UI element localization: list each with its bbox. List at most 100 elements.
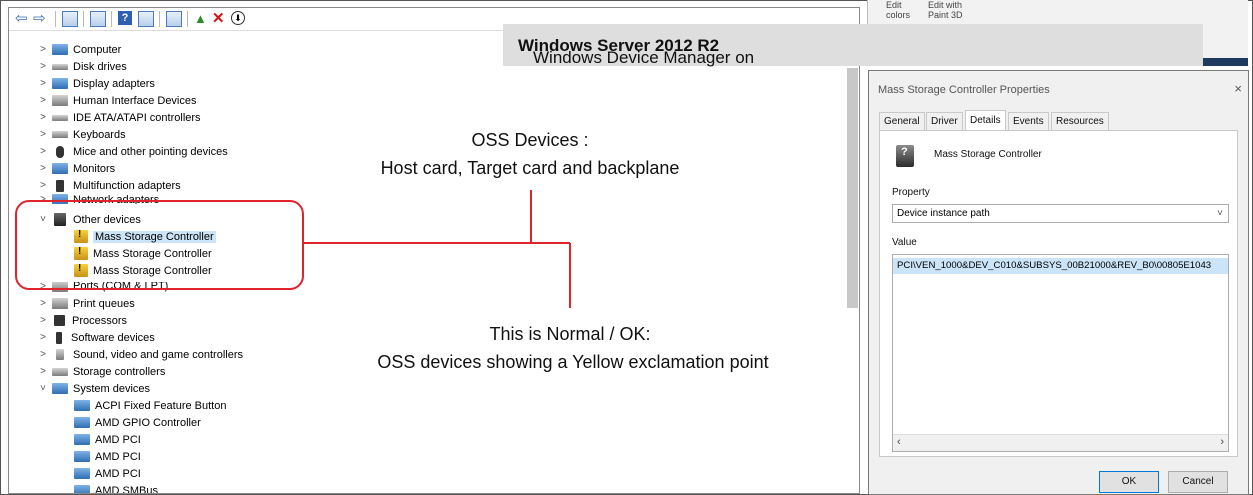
system-devices-icon (52, 383, 68, 394)
tree-item-computer[interactable]: > Computer (37, 41, 121, 58)
oss-devices-heading: OSS Devices : (471, 130, 589, 150)
tree-item-multifunction[interactable]: > Multifunction adapters (37, 177, 181, 194)
tree-item-amd-pci-3[interactable]: AMD PCI (71, 465, 141, 482)
tree-item-label: Display adapters (73, 77, 155, 90)
tab-details[interactable]: Details (965, 110, 1006, 130)
chevron-right-icon[interactable]: > (37, 95, 49, 106)
tree-item-label: AMD PCI (95, 467, 141, 480)
vertical-scrollbar[interactable] (847, 68, 858, 308)
hid-icon (52, 95, 68, 106)
back-arrow-icon[interactable]: ⇦ (15, 11, 28, 27)
display-adapter-icon (52, 78, 68, 89)
chevron-right-icon[interactable]: > (37, 332, 49, 343)
tree-item-label: AMD SMBus (95, 484, 158, 494)
properties-icon[interactable] (62, 11, 78, 27)
monitor-icon (52, 163, 68, 174)
property-label: Property (892, 187, 930, 198)
scroll-left-icon[interactable]: ‹ (897, 436, 901, 448)
chevron-down-icon[interactable]: ˅ (37, 383, 49, 394)
tree-item-mice[interactable]: > Mice and other pointing devices (37, 143, 228, 160)
tree-item-monitors[interactable]: > Monitors (37, 160, 115, 177)
value-label: Value (892, 237, 917, 248)
chevron-right-icon[interactable]: > (37, 315, 49, 326)
chevron-right-icon[interactable]: > (37, 129, 49, 140)
tree-item-label: Print queues (73, 297, 135, 310)
tree-item-disk-drives[interactable]: > Disk drives (37, 58, 127, 75)
chevron-right-icon[interactable]: > (37, 78, 49, 89)
properties-dialog: Mass Storage Controller Properties × Gen… (868, 70, 1249, 495)
chevron-right-icon[interactable]: > (37, 112, 49, 123)
chevron-down-icon: ˅ (1217, 208, 1223, 219)
tree-item-system-devices[interactable]: ˅ System devices (37, 380, 150, 397)
property-select[interactable]: Device instance path ˅ (892, 204, 1229, 223)
help-icon[interactable]: ? (118, 11, 132, 25)
disk-drive-icon (52, 63, 68, 70)
chevron-right-icon[interactable]: > (37, 61, 49, 72)
chevron-right-icon[interactable]: > (37, 44, 49, 55)
tab-events[interactable]: Events (1008, 112, 1049, 130)
tree-item-amd-pci-2[interactable]: AMD PCI (71, 448, 141, 465)
tree-item-label: Keyboards (73, 128, 126, 141)
system-device-icon (74, 434, 90, 445)
update-driver-icon[interactable]: ⬇ (231, 11, 245, 25)
tree-item-acpi[interactable]: ACPI Fixed Feature Button (71, 397, 226, 414)
scroll-right-icon[interactable]: › (1220, 436, 1224, 448)
enable-device-icon[interactable]: ▲ (194, 11, 207, 27)
view-icon[interactable] (138, 11, 154, 27)
tree-item-label: System devices (73, 382, 151, 395)
system-device-icon (74, 451, 90, 462)
tree-item-keyboards[interactable]: > Keyboards (37, 126, 126, 143)
tree-item-software-devices[interactable]: > Software devices (37, 329, 155, 346)
forward-arrow-icon[interactable]: ⇨ (33, 11, 46, 27)
tree-item-amd-pci-1[interactable]: AMD PCI (71, 431, 141, 448)
processor-icon (54, 315, 65, 326)
property-select-value: Device instance path (897, 208, 990, 219)
chevron-right-icon[interactable]: > (37, 298, 49, 309)
tree-item-label: Processors (72, 314, 128, 327)
uninstall-icon[interactable]: ✕ (212, 11, 225, 27)
tree-item-label: AMD GPIO Controller (95, 416, 201, 429)
tree-item-label: ACPI Fixed Feature Button (95, 399, 227, 412)
tab-general[interactable]: General (879, 112, 925, 130)
normal-ok-heading: This is Normal / OK: (489, 324, 651, 344)
monitor-icon[interactable] (166, 11, 182, 27)
console-icon[interactable] (90, 11, 106, 27)
horizontal-scrollbar[interactable]: ‹ › (893, 434, 1228, 451)
edit-colors-label: Edit colors (886, 0, 911, 20)
chevron-right-icon[interactable]: > (37, 366, 49, 377)
ide-controller-icon (52, 114, 68, 121)
tree-item-label: Monitors (73, 162, 116, 175)
value-list[interactable]: PCI\VEN_1000&DEV_C010&SUBSYS_00B21000&RE… (892, 254, 1229, 452)
tab-driver[interactable]: Driver (926, 112, 963, 130)
normal-ok-description: OSS devices showing a Yellow exclamation… (377, 352, 769, 372)
tree-item-amd-smbus[interactable]: AMD SMBus (71, 482, 158, 494)
chevron-right-icon[interactable]: > (37, 349, 49, 360)
storage-controller-icon (52, 367, 68, 376)
chevron-right-icon[interactable]: > (37, 146, 49, 157)
ok-button[interactable]: OK (1099, 471, 1159, 493)
connector-line (530, 190, 532, 243)
keyboard-icon (52, 131, 68, 138)
value-item[interactable]: PCI\VEN_1000&DEV_C010&SUBSYS_00B21000&RE… (893, 258, 1228, 274)
tree-item-sound[interactable]: > Sound, video and game controllers (37, 346, 243, 363)
tree-item-label: Disk drives (73, 60, 127, 73)
connector-line (569, 243, 571, 308)
background-window-bar (1202, 58, 1248, 66)
cancel-button[interactable]: Cancel (1168, 471, 1228, 493)
chevron-right-icon[interactable]: > (37, 163, 49, 174)
mouse-icon (56, 145, 64, 158)
tab-resources[interactable]: Resources (1051, 112, 1109, 130)
chevron-right-icon[interactable]: > (37, 180, 49, 191)
tree-item-print-queues[interactable]: > Print queues (37, 295, 135, 312)
tree-item-amd-gpio[interactable]: AMD GPIO Controller (71, 414, 201, 431)
tree-item-label: Sound, video and game controllers (73, 348, 243, 361)
tree-item-display-adapters[interactable]: > Display adapters (37, 75, 155, 92)
computer-icon (52, 44, 68, 55)
tree-item-ide[interactable]: > IDE ATA/ATAPI controllers (37, 109, 200, 126)
tree-item-processors[interactable]: > Processors (37, 312, 127, 329)
oss-devices-description: Host card, Target card and backplane (380, 158, 680, 178)
tree-item-storage-controllers[interactable]: > Storage controllers (37, 363, 165, 380)
close-icon[interactable]: × (1234, 81, 1242, 96)
toolbar-separator (159, 11, 160, 27)
tree-item-hid[interactable]: > Human Interface Devices (37, 92, 196, 109)
